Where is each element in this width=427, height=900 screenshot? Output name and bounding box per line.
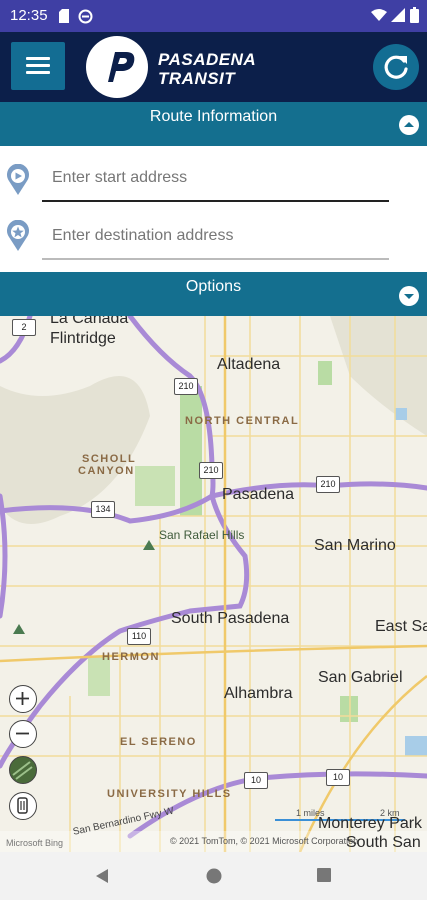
options-header[interactable]: Options xyxy=(0,272,427,316)
map-label-north-central: NORTH CENTRAL xyxy=(185,415,300,427)
options-title: Options xyxy=(185,278,242,295)
cell-signal-icon xyxy=(391,8,405,27)
map-layers-button[interactable] xyxy=(9,792,37,820)
start-address-input[interactable] xyxy=(42,158,399,198)
recents-icon[interactable] xyxy=(317,868,331,887)
aerial-view-icon xyxy=(12,761,33,780)
plus-icon xyxy=(16,692,29,705)
menu-icon-bar xyxy=(26,71,50,74)
battery-icon xyxy=(410,7,419,28)
destination-address-input[interactable] xyxy=(42,216,399,256)
sim-card-icon xyxy=(58,9,70,28)
home-icon[interactable] xyxy=(206,868,222,889)
zoom-in-button[interactable] xyxy=(9,685,37,713)
map-view[interactable]: La Cañada Flintridge Altadena Pasadena S… xyxy=(0,316,427,852)
wifi-icon xyxy=(371,8,387,27)
map-label-san-marino: San Marino xyxy=(314,537,396,554)
map-style-button[interactable] xyxy=(9,756,37,784)
start-address-field[interactable] xyxy=(42,158,399,202)
map-park-arroyo xyxy=(180,386,202,516)
route-information-header[interactable]: Route Information xyxy=(0,102,427,146)
map-label-el-sereno: EL SERENO xyxy=(120,736,197,748)
menu-icon-bar xyxy=(26,64,50,67)
status-bar: 12:35 xyxy=(0,0,427,32)
map-park-2 xyxy=(135,466,175,506)
map-scale-miles: 1 miles xyxy=(296,808,325,818)
refresh-button[interactable] xyxy=(373,44,419,90)
bing-logo: Microsoft Bing xyxy=(6,838,64,848)
zoom-out-button[interactable] xyxy=(9,720,37,748)
highway-shield-210: 210 xyxy=(174,378,198,395)
layers-icon xyxy=(17,797,28,814)
map-park-3 xyxy=(340,696,358,722)
map-label-pasadena: Pasadena xyxy=(222,486,295,503)
map-label-university-hills: UNIVERSITY HILLS xyxy=(107,788,232,800)
back-icon[interactable] xyxy=(95,868,109,889)
map-label-san-rafael-hills: San Rafael Hills xyxy=(159,528,245,542)
highway-shield-134: 134 xyxy=(91,501,115,518)
highway-shield-110: 110 xyxy=(127,628,151,645)
map-label-san-gabriel: San Gabriel xyxy=(318,669,403,686)
map-water-1 xyxy=(405,736,427,756)
route-info-collapse-icon[interactable] xyxy=(399,115,419,135)
minus-icon xyxy=(16,732,29,735)
map-attribution: © 2021 TomTom, © 2021 Microsoft Corporat… xyxy=(170,836,359,846)
map-label-monterey-park: Monterey Park xyxy=(318,815,423,832)
map-label-east-sa: East Sa xyxy=(375,618,427,635)
map-canvas xyxy=(0,316,427,852)
map-label-altadena: Altadena xyxy=(217,356,281,373)
highway-shield-2: 2 xyxy=(12,319,36,336)
map-label-canyon: CANYON xyxy=(78,465,135,477)
map-label-hermon: HERMON xyxy=(102,651,160,663)
start-pin-icon xyxy=(6,163,30,201)
map-park-1 xyxy=(318,361,332,385)
route-information-title: Route Information xyxy=(149,108,278,125)
system-navigation-bar xyxy=(0,852,427,900)
destination-pin-icon xyxy=(6,219,30,257)
route-inputs xyxy=(0,146,427,272)
map-label-alhambra: Alhambra xyxy=(224,685,293,702)
pasadena-transit-logo xyxy=(86,36,148,98)
app-bar: PASADENA TRANSIT xyxy=(0,32,427,102)
data-saver-icon xyxy=(78,9,93,29)
menu-icon xyxy=(26,57,50,60)
highway-shield-210: 210 xyxy=(316,476,340,493)
map-label-south-pasadena: South Pasadena xyxy=(171,610,290,627)
destination-address-field[interactable] xyxy=(42,216,399,260)
highway-shield-10: 10 xyxy=(326,769,350,786)
map-water-2 xyxy=(395,408,407,420)
logo-line-1: PASADENA xyxy=(158,50,257,69)
status-time: 12:35 xyxy=(10,7,48,24)
options-expand-icon[interactable] xyxy=(399,286,419,306)
refresh-icon xyxy=(384,55,408,79)
logo-line-2: TRANSIT xyxy=(158,69,236,88)
menu-button[interactable] xyxy=(11,42,65,90)
map-label-scholl: SCHOLL xyxy=(82,453,137,465)
map-label-la-canada: La Cañada xyxy=(50,316,129,327)
logo-text: PASADENA TRANSIT xyxy=(158,50,256,88)
map-label-flintridge: Flintridge xyxy=(50,330,116,347)
highway-shield-210: 210 xyxy=(199,462,223,479)
map-scale-km: 2 km xyxy=(380,808,400,818)
highway-shield-10: 10 xyxy=(244,772,268,789)
